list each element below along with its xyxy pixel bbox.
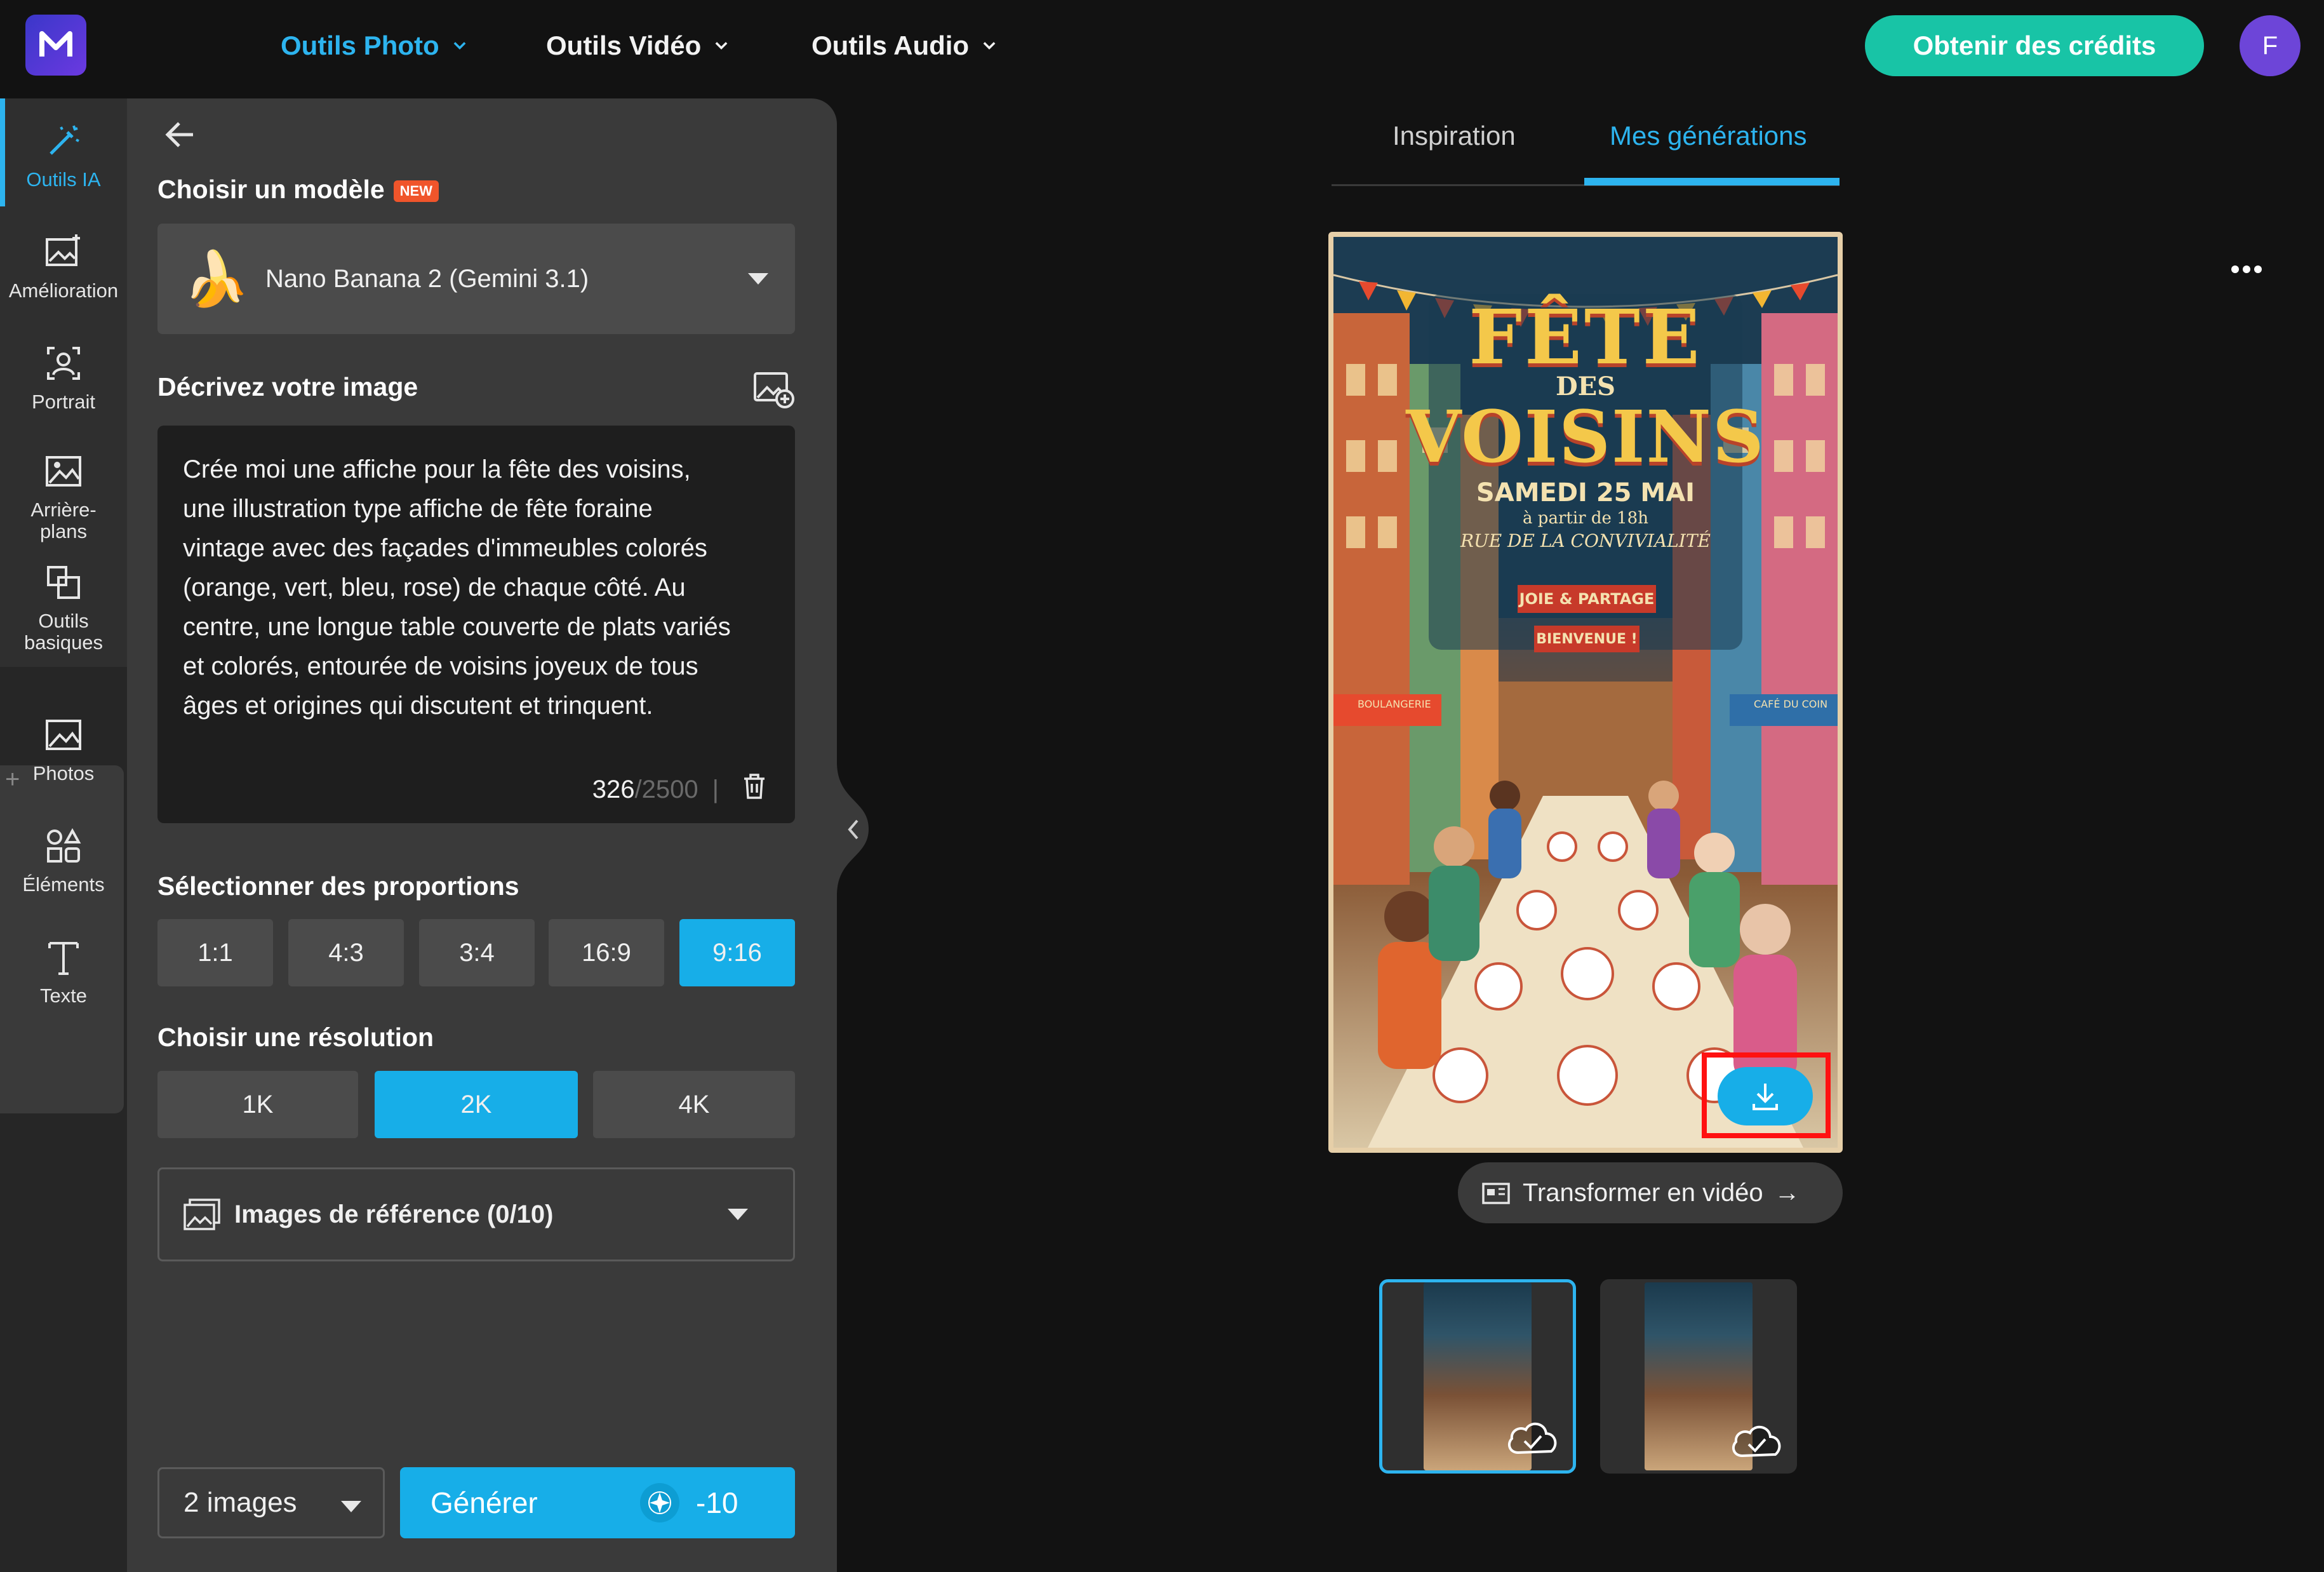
resolution-1k-button[interactable]: 1K xyxy=(157,1071,358,1138)
app-logo[interactable] xyxy=(25,15,86,76)
poster-title-line3: VOISINS xyxy=(1406,396,1765,479)
thumbnail-2[interactable] xyxy=(1600,1279,1797,1474)
model-section-title: Choisir un modèle NEW xyxy=(157,175,439,205)
poster-street: RUE DE LA CONVIVIALITÉ xyxy=(1460,530,1711,551)
images-icon xyxy=(184,1199,220,1230)
model-name: Nano Banana 2 (Gemini 3.1) xyxy=(265,264,589,293)
video-icon xyxy=(1482,1183,1510,1204)
ratio-16-9-button[interactable]: 16:9 xyxy=(549,919,664,986)
transform-to-video-button[interactable]: Transformer en vidéo → xyxy=(1458,1162,1843,1223)
caret-down-icon xyxy=(341,1501,361,1512)
rail-item-arriere-plans[interactable]: Arrière- plans xyxy=(0,451,127,542)
nav-outils-photo[interactable]: Outils Photo xyxy=(281,25,469,66)
tab-mes-generations[interactable]: Mes générations xyxy=(1610,121,1807,151)
image-enhance-icon xyxy=(46,234,80,266)
active-tab-indicator xyxy=(1584,178,1840,185)
magic-wand-icon xyxy=(50,125,79,155)
trash-icon[interactable] xyxy=(742,772,767,800)
cloud-saved-icon xyxy=(1507,1423,1557,1454)
caret-down-icon xyxy=(748,273,768,285)
rail-item-elements[interactable]: Éléments xyxy=(0,826,127,896)
collapse-panel-button[interactable] xyxy=(831,762,869,896)
prompt-textarea[interactable]: Crée moi une affiche pour la fête des vo… xyxy=(157,426,795,823)
nav-outils-audio[interactable]: Outils Audio xyxy=(811,25,998,66)
rail-item-texte[interactable]: Texte xyxy=(0,937,127,1007)
generate-cost: -10 xyxy=(640,1481,738,1524)
crop-tools-icon xyxy=(47,566,80,599)
rail-item-outils-basiques[interactable]: Outils basiques xyxy=(0,562,127,654)
ratio-4-3-button[interactable]: 4:3 xyxy=(288,919,404,986)
rail-item-outils-ia[interactable]: Outils IA xyxy=(0,121,127,191)
char-counter: 326/2500 | xyxy=(592,776,719,803)
describe-title: Décrivez votre image xyxy=(157,372,418,401)
rail-item-amelioration[interactable]: Amélioration xyxy=(0,232,127,302)
proportions-title: Sélectionner des proportions xyxy=(157,871,519,901)
caret-down-icon xyxy=(728,1209,748,1220)
background-icon xyxy=(46,456,81,487)
prompt-text: Crée moi une affiche pour la fête des vo… xyxy=(183,455,731,720)
reference-images-select[interactable]: Images de référence (0/10) xyxy=(157,1167,795,1261)
poster-time: à partir de 18h xyxy=(1523,509,1648,528)
resolution-title: Choisir une résolution xyxy=(157,1023,434,1052)
poster-banner2: BIENVENUE ! xyxy=(1534,626,1639,652)
image-count-select[interactable]: 2 images xyxy=(157,1467,385,1538)
highlight-annotation xyxy=(1702,1052,1831,1138)
logo-icon xyxy=(39,31,72,57)
portrait-icon xyxy=(47,347,80,380)
cloud-saved-icon xyxy=(1732,1426,1781,1458)
avatar[interactable]: F xyxy=(2240,15,2301,76)
rail-item-portrait[interactable]: Portrait xyxy=(0,343,127,413)
add-image-icon[interactable] xyxy=(753,370,795,409)
elements-icon xyxy=(47,828,81,863)
chevron-down-icon xyxy=(715,42,728,50)
new-badge: NEW xyxy=(393,180,439,203)
model-select[interactable]: 🍌 Nano Banana 2 (Gemini 3.1) xyxy=(157,224,795,334)
resolution-2k-button[interactable]: 2K xyxy=(375,1071,578,1138)
nav-outils-video[interactable]: Outils Vidéo xyxy=(546,25,730,66)
ratio-1-1-button[interactable]: 1:1 xyxy=(157,919,273,986)
poster-shop-right: CAFÉ DU COIN xyxy=(1754,698,1828,710)
more-options-icon[interactable] xyxy=(2229,260,2264,278)
resolution-4k-button[interactable]: 4K xyxy=(593,1071,795,1138)
thumbnail-1[interactable] xyxy=(1379,1279,1576,1474)
banana-icon: 🍌 xyxy=(183,248,250,309)
chevron-down-icon xyxy=(983,42,996,50)
ratio-9-16-button[interactable]: 9:16 xyxy=(679,919,795,986)
poster-date: SAMEDI 25 MAI xyxy=(1476,478,1695,507)
poster-title-line1: FÊTE xyxy=(1469,293,1702,381)
left-rail: Outils IA Amélioration Portrait Arrière-… xyxy=(0,98,127,1572)
credit-icon xyxy=(640,1483,679,1522)
ratio-3-4-button[interactable]: 3:4 xyxy=(419,919,535,986)
get-credits-button[interactable]: Obtenir des crédits xyxy=(1865,15,2204,76)
text-icon xyxy=(48,942,79,975)
chevron-down-icon xyxy=(453,42,466,50)
photo-icon xyxy=(46,720,81,750)
tab-inspiration[interactable]: Inspiration xyxy=(1392,121,1516,151)
poster-shop-left: BOULANGERIE xyxy=(1358,698,1431,710)
back-arrow-icon[interactable] xyxy=(160,114,201,155)
poster-banner1: JOIE & PARTAGE xyxy=(1518,585,1656,613)
arrow-right-icon: → xyxy=(1774,1178,1800,1207)
generate-button[interactable]: Générer -10 xyxy=(400,1467,795,1538)
top-bar: Outils Photo Outils Vidéo Outils Audio O… xyxy=(0,0,2324,92)
generated-image[interactable]: FÊTE DES VOISINS SAMEDI 25 MAI à partir … xyxy=(1328,232,1843,1153)
rail-item-photos[interactable]: Photos xyxy=(0,715,127,784)
